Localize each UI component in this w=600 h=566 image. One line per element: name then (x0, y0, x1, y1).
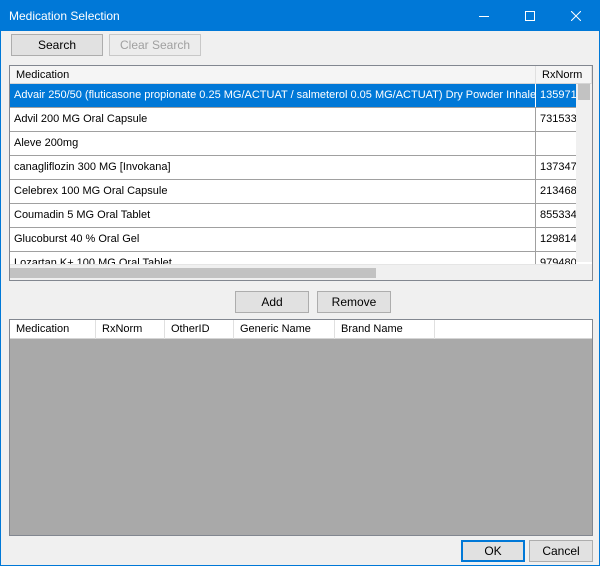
table-row[interactable]: Aleve 200mg (10, 132, 576, 156)
medication-selection-window: Medication Selection Search Clear Search… (0, 0, 600, 566)
minimize-button[interactable] (461, 1, 507, 31)
search-button[interactable]: Search (11, 34, 103, 56)
cell-rxnorm: 1359710 (536, 84, 576, 107)
medication-results-grid[interactable]: Medication RxNorm Advair 250/50 (flutica… (9, 65, 593, 281)
table-row[interactable]: Coumadin 5 MG Oral Tablet 855334 (10, 204, 576, 228)
cell-medication: canagliflozin 300 MG [Invokana] (10, 156, 536, 179)
selected-medications-grid[interactable]: Medication RxNorm OtherID Generic Name B… (9, 319, 593, 536)
column-header-medication[interactable]: Medication (10, 66, 536, 84)
cell-medication: Coumadin 5 MG Oral Tablet (10, 204, 536, 227)
cell-medication: Celebrex 100 MG Oral Capsule (10, 180, 536, 203)
column-header-brand-name[interactable]: Brand Name (335, 320, 435, 339)
horizontal-scroll-thumb[interactable] (10, 268, 376, 278)
cancel-button[interactable]: Cancel (529, 540, 593, 562)
remove-button[interactable]: Remove (317, 291, 391, 313)
minimize-icon (479, 16, 489, 17)
table-row[interactable]: Advil 200 MG Oral Capsule 731533 (10, 108, 576, 132)
table-row[interactable]: Glucoburst 40 % Oral Gel 129814 (10, 228, 576, 252)
scrollbar-corner (576, 264, 592, 280)
window-title: Medication Selection (9, 9, 120, 23)
results-grid-header: Medication RxNorm (10, 66, 592, 84)
column-header-rxnorm[interactable]: RxNorm (536, 66, 592, 84)
column-header-rxnorm[interactable]: RxNorm (96, 320, 165, 339)
cell-medication: Advil 200 MG Oral Capsule (10, 108, 536, 131)
cell-rxnorm (536, 132, 576, 155)
column-header-otherid[interactable]: OtherID (165, 320, 234, 339)
cell-rxnorm: 213468 (540, 185, 576, 197)
close-button[interactable] (553, 1, 599, 31)
vertical-scrollbar[interactable] (576, 84, 592, 262)
cell-rxnorm: 731533 (540, 113, 576, 125)
cell-medication: Advair 250/50 (fluticasone propionate 0.… (10, 84, 536, 107)
column-header-generic-name[interactable]: Generic Name (234, 320, 335, 339)
clear-search-button[interactable]: Clear Search (109, 34, 201, 56)
horizontal-scrollbar[interactable] (10, 264, 576, 280)
cell-medication: Aleve 200mg (10, 132, 536, 155)
table-row[interactable]: Advair 250/50 (fluticasone propionate 0.… (10, 84, 576, 108)
title-bar[interactable]: Medication Selection (1, 1, 599, 31)
vertical-scroll-thumb[interactable] (578, 84, 590, 100)
close-icon (571, 11, 581, 21)
cell-rxnorm: 855334 (540, 209, 576, 221)
table-row[interactable]: canagliflozin 300 MG [Invokana] 1373472 (10, 156, 576, 180)
add-button[interactable]: Add (235, 291, 309, 313)
cell-rxnorm: 1373472 (540, 161, 576, 173)
cell-rxnorm: 129814 (540, 233, 576, 245)
cell-medication: Glucoburst 40 % Oral Gel (10, 228, 536, 251)
maximize-icon (525, 11, 535, 21)
table-row[interactable]: Celebrex 100 MG Oral Capsule 213468 (10, 180, 576, 204)
column-header-medication[interactable]: Medication (10, 320, 96, 339)
maximize-button[interactable] (507, 1, 553, 31)
selected-grid-header: Medication RxNorm OtherID Generic Name B… (10, 320, 592, 339)
ok-button[interactable]: OK (461, 540, 525, 562)
